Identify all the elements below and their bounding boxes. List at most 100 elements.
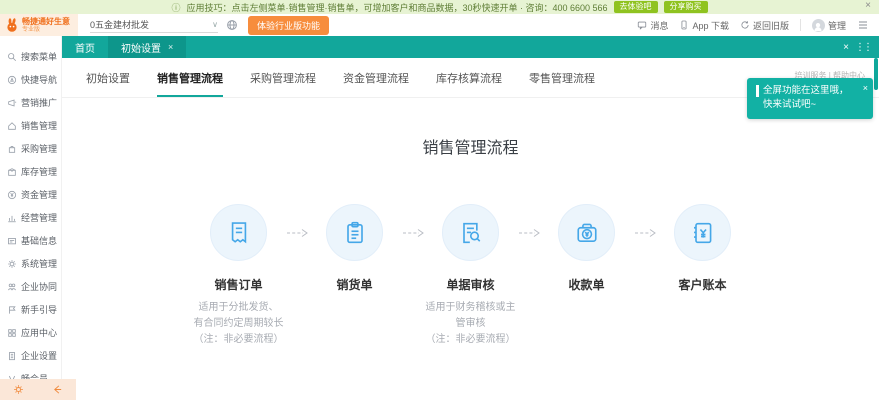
sidebar-item-label: 搜索菜单 bbox=[21, 50, 57, 63]
info-icon: ⓘ bbox=[171, 1, 180, 14]
coin-icon bbox=[7, 190, 17, 200]
tab-home-label: 首页 bbox=[75, 40, 95, 55]
subtab-funds-flow[interactable]: 资金管理流程 bbox=[343, 70, 409, 97]
brand-edition: 专业版 bbox=[22, 27, 70, 33]
sidebar-item-app-center[interactable]: 应用中心 bbox=[0, 321, 61, 344]
subtab-initial-settings[interactable]: 初始设置 bbox=[86, 70, 130, 97]
sidebar-footer bbox=[0, 379, 76, 400]
header-divider bbox=[800, 19, 801, 31]
tab-close-icon[interactable]: × bbox=[168, 42, 173, 52]
sidebar-item-label: 采购管理 bbox=[21, 142, 57, 155]
subtab-sales-flow[interactable]: 销售管理流程 bbox=[157, 70, 223, 97]
toast-accent-bar bbox=[756, 85, 759, 97]
sidebar-item-operations[interactable]: 经营管理 bbox=[0, 206, 61, 229]
flow-node-label: 销货单 bbox=[336, 276, 372, 293]
sidebar-item-marketing[interactable]: 营销推广 bbox=[0, 91, 61, 114]
hamburger-menu-icon[interactable] bbox=[857, 19, 869, 31]
clipboard-icon bbox=[341, 219, 369, 247]
sidebar-item-purchase[interactable]: 采购管理 bbox=[0, 137, 61, 160]
account-select[interactable]: 0五金建材批发 ∨ bbox=[90, 17, 218, 33]
subtab-retail-flow[interactable]: 零售管理流程 bbox=[529, 70, 595, 97]
tab-home[interactable]: 首页 bbox=[62, 36, 108, 58]
subtab-purchase-flow[interactable]: 采购管理流程 bbox=[250, 70, 316, 97]
flow-node-label: 单据审核 bbox=[446, 276, 494, 293]
collapse-sidebar-icon[interactable] bbox=[52, 384, 63, 395]
refresh-icon bbox=[740, 20, 750, 30]
notice-text: 应用技巧：点击左侧菜单·销售管理·销售单，可增加客户和商品数据，30秒快速开单 … bbox=[186, 1, 607, 14]
customer-ledger-circle[interactable] bbox=[674, 204, 731, 261]
box-icon bbox=[7, 167, 17, 177]
user-menu[interactable]: 管理 bbox=[812, 19, 846, 32]
messages-button[interactable]: 消息 bbox=[637, 19, 668, 32]
app-logo: 畅捷通好生意 专业版 bbox=[0, 14, 78, 36]
settings-gear-icon[interactable] bbox=[13, 384, 24, 395]
flow-arrow-icon bbox=[285, 228, 309, 238]
page-title: 销售管理流程 bbox=[62, 134, 879, 158]
sidebar-item-guide[interactable]: 新手引导 bbox=[0, 298, 61, 321]
chat-icon bbox=[637, 20, 647, 30]
sidebar-item-enterprise-settings[interactable]: 企业设置 bbox=[0, 344, 61, 367]
close-all-tabs-icon[interactable]: × bbox=[843, 42, 847, 53]
flow-node-desc: 适用于分批发货、 有合同约定周期较长 （注：非必要流程） bbox=[173, 300, 305, 348]
sidebar-item-search[interactable]: 搜索菜单 bbox=[0, 45, 61, 68]
tab-initial-settings-label: 初始设置 bbox=[121, 40, 161, 55]
tab-more-icon[interactable]: ⋮⋮ bbox=[855, 42, 871, 53]
flow-node-label: 销售订单 bbox=[214, 276, 262, 293]
card-icon bbox=[7, 236, 17, 246]
sidebar-item-label: 应用中心 bbox=[21, 326, 57, 339]
try-now-button[interactable]: 去体验吧 bbox=[614, 1, 658, 13]
fullscreen-tip-toast: 全屏功能在这里哦，快来试试吧~ × bbox=[747, 78, 873, 119]
sidebar-item-quick-nav[interactable]: 快捷导航 bbox=[0, 68, 61, 91]
search-icon bbox=[7, 52, 17, 62]
sidebar-item-label: 经营管理 bbox=[21, 211, 57, 224]
people-icon bbox=[7, 282, 17, 292]
sales-flow-diagram: 销售订单 适用于分批发货、 有合同约定周期较长 （注：非必要流程） 销货单 bbox=[62, 204, 879, 348]
flow-node-label: 客户账本 bbox=[678, 276, 726, 293]
sidebar-item-label: 资金管理 bbox=[21, 188, 57, 201]
app-header: 畅捷通好生意 专业版 0五金建材批发 ∨ 体验行业版功能 消息 App 下载 返… bbox=[0, 14, 879, 36]
back-old-version-button[interactable]: 返回旧版 bbox=[740, 19, 789, 32]
sidebar-item-funds[interactable]: 资金管理 bbox=[0, 183, 61, 206]
sales-order-circle[interactable] bbox=[210, 204, 267, 261]
flow-arrow-icon bbox=[517, 228, 541, 238]
tab-initial-settings[interactable]: 初始设置 × bbox=[108, 36, 186, 58]
flow-node-desc: 适用于财务稽核或主 管审核 （注：非必要流程） bbox=[405, 300, 537, 348]
sidebar-item-label: 库存管理 bbox=[21, 165, 57, 178]
sidebar-item-collaboration[interactable]: 企业协同 bbox=[0, 275, 61, 298]
tab-bar-tools: × ⋮⋮ bbox=[843, 36, 871, 58]
bunny-logo-icon bbox=[5, 18, 19, 33]
document-review-circle[interactable] bbox=[442, 204, 499, 261]
vertical-scrollbar-thumb[interactable] bbox=[874, 58, 878, 90]
toast-text: 全屏功能在这里哦，快来试试吧~ bbox=[763, 84, 857, 113]
cash-box-icon bbox=[573, 219, 601, 247]
trial-industry-button[interactable]: 体验行业版功能 bbox=[248, 16, 329, 35]
gear-icon bbox=[7, 259, 17, 269]
messages-label: 消息 bbox=[650, 19, 668, 32]
sidebar-item-inventory[interactable]: 库存管理 bbox=[0, 160, 61, 183]
sidebar-item-basic-info[interactable]: 基础信息 bbox=[0, 229, 61, 252]
notice-close-icon[interactable]: × bbox=[865, 0, 871, 11]
sales-invoice-circle[interactable] bbox=[326, 204, 383, 261]
shopping-bag-icon bbox=[7, 144, 17, 154]
building-icon bbox=[7, 351, 17, 361]
toast-close-icon[interactable]: × bbox=[863, 82, 868, 96]
subtab-inventory-flow[interactable]: 库存核算流程 bbox=[436, 70, 502, 97]
sidebar-item-system[interactable]: 系统管理 bbox=[0, 252, 61, 275]
back-old-version-label: 返回旧版 bbox=[753, 19, 789, 32]
flow-node-customer-ledger: 客户账本 bbox=[657, 204, 749, 348]
app-download-button[interactable]: App 下载 bbox=[679, 19, 729, 32]
flow-node-document-review: 单据审核 适用于财务稽核或主 管审核 （注：非必要流程） bbox=[425, 204, 517, 348]
receipt-voucher-circle[interactable] bbox=[558, 204, 615, 261]
megaphone-icon bbox=[7, 98, 17, 108]
refresh-account-icon[interactable] bbox=[226, 19, 238, 31]
receipt-icon bbox=[225, 219, 253, 247]
user-name: 管理 bbox=[828, 19, 846, 32]
account-select-value: 0五金建材批发 bbox=[90, 18, 149, 31]
share-buy-button[interactable]: 分享购买 bbox=[664, 1, 708, 13]
person-icon bbox=[813, 21, 823, 32]
chevron-down-icon: ∨ bbox=[212, 20, 218, 29]
flow-node-sales-invoice: 销货单 bbox=[309, 204, 401, 348]
bar-chart-icon bbox=[7, 213, 17, 223]
document-search-icon bbox=[457, 219, 485, 247]
sidebar-item-sales[interactable]: 销售管理 bbox=[0, 114, 61, 137]
